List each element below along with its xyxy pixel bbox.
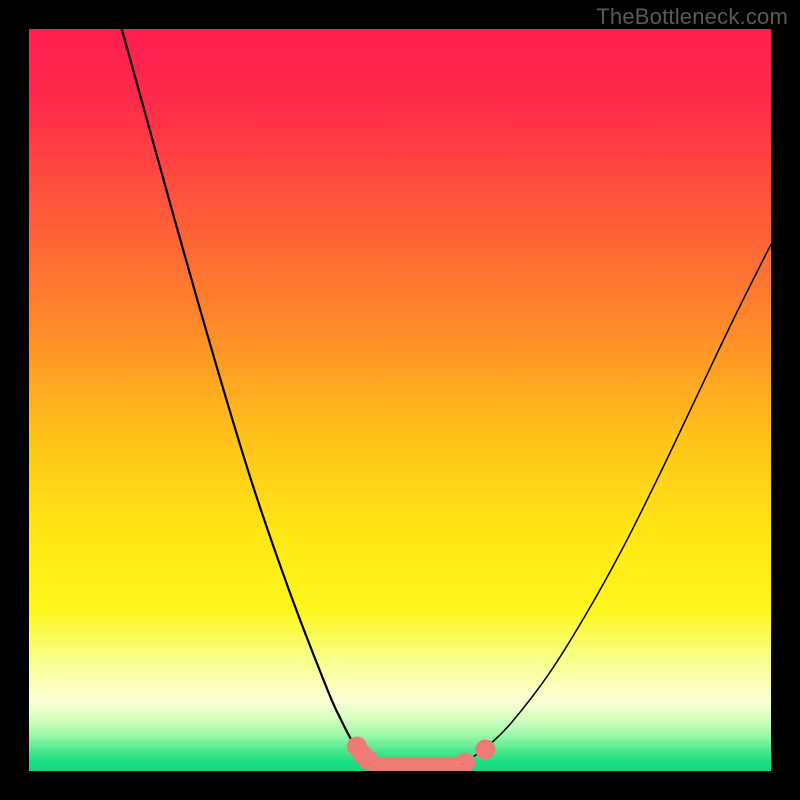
plot-area bbox=[29, 29, 771, 771]
chart-frame: TheBottleneck.com bbox=[0, 0, 800, 800]
data-marker bbox=[475, 739, 495, 759]
chart-svg bbox=[29, 29, 771, 771]
gradient-background bbox=[29, 29, 771, 771]
watermark-text: TheBottleneck.com bbox=[596, 4, 788, 30]
